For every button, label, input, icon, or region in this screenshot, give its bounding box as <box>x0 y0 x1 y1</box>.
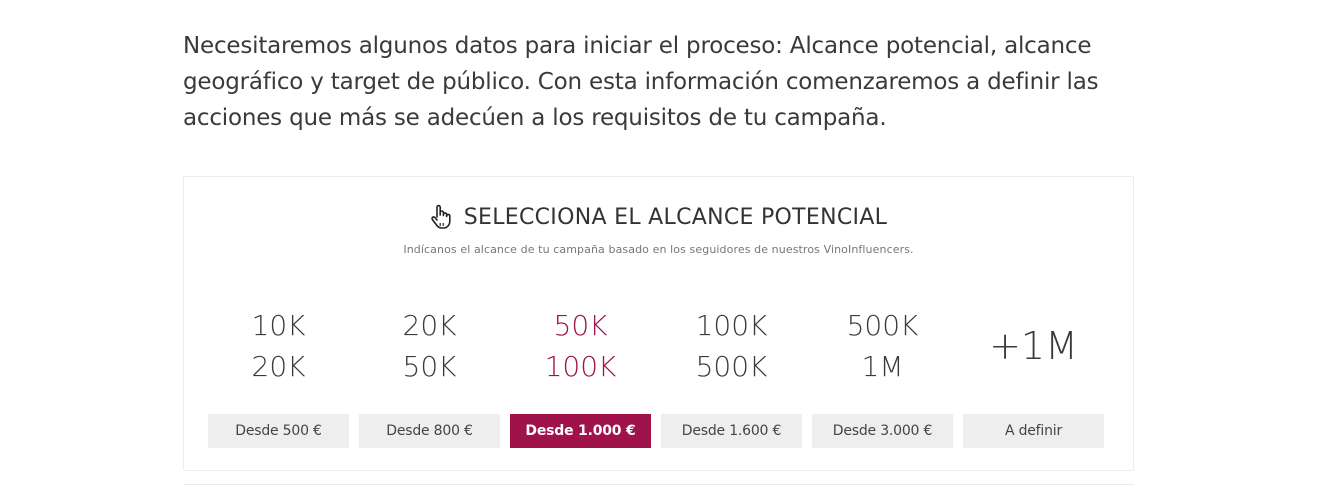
range-from: 50K <box>553 309 608 342</box>
reach-option-100k-500k[interactable]: 100K 500K Desde 1.600 € <box>661 305 802 448</box>
reach-option-1m-plus[interactable]: +1M A definir <box>963 305 1104 448</box>
range-to: 20K <box>251 350 306 383</box>
card-header: SELECCIONA EL ALCANCE POTENCIAL <box>184 204 1133 230</box>
reach-range: 50K 100K <box>545 305 617 387</box>
section-divider <box>183 484 1134 485</box>
reach-selector-card: SELECCIONA EL ALCANCE POTENCIAL Indícano… <box>183 176 1134 471</box>
hand-pointer-icon <box>430 204 452 230</box>
reach-range: +1M <box>989 305 1078 387</box>
range-to: 100K <box>544 350 617 383</box>
reach-range: 500K 1M <box>847 305 919 387</box>
range-single: +1M <box>989 323 1078 368</box>
price-button[interactable]: Desde 800 € <box>359 414 500 448</box>
reach-option-20k-50k[interactable]: 20K 50K Desde 800 € <box>359 305 500 448</box>
range-to: 50K <box>402 350 457 383</box>
price-button-selected[interactable]: Desde 1.000 € <box>510 414 651 448</box>
price-button[interactable]: Desde 1.600 € <box>661 414 802 448</box>
card-title: SELECCIONA EL ALCANCE POTENCIAL <box>463 204 888 230</box>
reach-option-50k-100k[interactable]: 50K 100K Desde 1.000 € <box>510 305 651 448</box>
price-button[interactable]: Desde 500 € <box>208 414 349 448</box>
reach-option-10k-20k[interactable]: 10K 20K Desde 500 € <box>208 305 349 448</box>
reach-option-500k-1m[interactable]: 500K 1M Desde 3.000 € <box>812 305 953 448</box>
price-button[interactable]: Desde 3.000 € <box>812 414 953 448</box>
reach-range: 20K 50K <box>403 305 457 387</box>
card-subtitle: Indícanos el alcance de tu campaña basad… <box>403 243 914 256</box>
range-from: 100K <box>695 309 768 342</box>
price-button[interactable]: A definir <box>963 414 1104 448</box>
range-from: 10K <box>251 309 306 342</box>
range-to: 500K <box>695 350 768 383</box>
reach-range: 100K 500K <box>696 305 768 387</box>
intro-paragraph: Necesitaremos algunos datos para iniciar… <box>183 33 1099 131</box>
reach-options: 10K 20K Desde 500 € 20K 50K Desde 800 € … <box>208 305 1104 448</box>
range-from: 20K <box>402 309 457 342</box>
reach-range: 10K 20K <box>252 305 306 387</box>
range-to: 1M <box>861 350 904 383</box>
range-from: 500K <box>846 309 919 342</box>
